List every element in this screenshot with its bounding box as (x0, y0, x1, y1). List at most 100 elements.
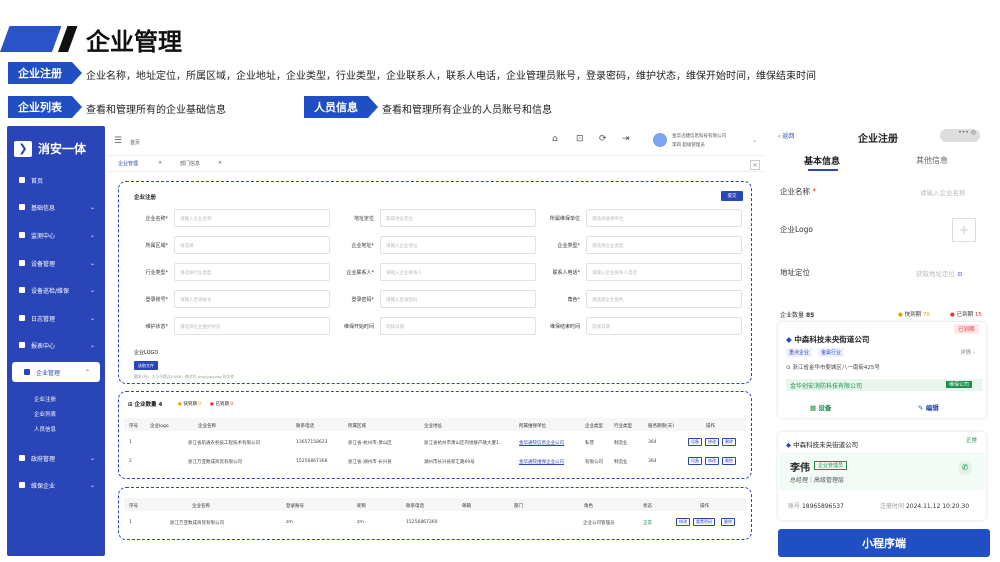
phone-tab-other[interactable]: 其他信息 (916, 155, 948, 166)
home-icon[interactable]: ⌂ (552, 134, 558, 144)
field-label: 企业类型* (557, 243, 580, 249)
tag-key: 重点企业 (786, 348, 813, 357)
tag-company-list-desc: 查看和管理所有的企业基础信息 (86, 105, 226, 116)
tag-company-register-desc: 企业名称，地址定位，所属区域，企业地址，企业类型，行业类型，企业联系人，联系人电… (86, 71, 816, 82)
card1-addr: ⊙ 浙江省金华市婺城区八一南街425号 (786, 365, 880, 371)
close-icon[interactable]: × (158, 160, 162, 166)
tabs-bar (108, 156, 764, 172)
device-button[interactable]: ▦ 设备 (810, 402, 831, 412)
submit-button[interactable]: 提交 (721, 191, 743, 201)
table-cell: 私营 (585, 441, 594, 446)
tab-dept[interactable]: 部门信息 (180, 160, 200, 167)
sidebar-item-gov[interactable]: 政府管理 ⌄ (7, 448, 105, 468)
breadcrumb[interactable]: 首页 (130, 139, 140, 146)
field-label: 地址定位 (353, 216, 374, 222)
upload-button[interactable]: 选取文件 (134, 361, 158, 370)
phone-logo-label: 企业Logo (780, 225, 813, 234)
back-link[interactable]: ‹ 返回 (778, 131, 794, 140)
sidebar-item-inspection[interactable]: 设备巡检/维保 ⌄ (7, 280, 105, 300)
shield-icon (19, 287, 25, 293)
sidebar-sub-people[interactable]: 人员信息 (34, 425, 56, 433)
phone-icon[interactable]: ✆ (958, 461, 972, 475)
chevron-down-icon: ⌄ (89, 231, 95, 239)
phone-tab-basic[interactable]: 基本信息 (804, 154, 840, 167)
chevron-down-icon[interactable]: ⌄ (752, 137, 757, 144)
chevron-down-icon: ⌄ (89, 341, 95, 349)
table-header: 企业地址 (424, 424, 442, 429)
field-label: 角色* (567, 297, 580, 303)
refresh-icon[interactable]: ⟳ (599, 134, 607, 144)
chevron-down-icon: ⌄ (89, 314, 95, 322)
action-button[interactable]: 修改 (676, 518, 690, 526)
table-header: 企业logo (150, 424, 169, 429)
sidebar-sub-list[interactable]: 企业列表 (34, 410, 56, 418)
input-placeholder: 请输入登录账号 (180, 298, 212, 303)
log-icon (19, 315, 25, 321)
person-name: 李伟 (790, 463, 810, 474)
reg-time-row: 注册时间 2024.11.12 10:20.30 (880, 503, 970, 510)
table-header: 操作 (706, 424, 715, 429)
lock-icon[interactable]: ⊡ (576, 134, 584, 144)
input-placeholder: 请选择企业类型 (592, 244, 624, 249)
close-all-icon[interactable]: × (750, 160, 760, 170)
table-cell[interactable]: 金华通院维保企业公司 (519, 459, 564, 465)
sidebar-item-basic[interactable]: 基础信息 ⌄ (7, 197, 105, 217)
role-tag: 企业管理员 (814, 461, 848, 470)
table-cell[interactable]: 金华通院信息企业公司 (519, 440, 564, 446)
brand-icon: ❯ (14, 140, 32, 157)
table-cell: 364 (648, 459, 657, 464)
logout-icon[interactable]: ⇥ (622, 134, 630, 144)
edit-button[interactable]: ✎ 编辑 (918, 402, 939, 412)
sidebar-item-home[interactable]: 首页 (7, 170, 105, 190)
expired-badge: 已到期 (954, 324, 979, 334)
table-cell: zm (357, 520, 364, 525)
action-button[interactable]: 设备 (688, 438, 702, 446)
device-icon (19, 260, 25, 266)
phone-addr-input[interactable]: 获取地址定位 ⊙ (916, 268, 963, 278)
action-button[interactable]: 删除 (722, 438, 736, 446)
table-header: 企业名称 (198, 424, 216, 429)
sidebar-item-company[interactable]: 企业管理 ⌃ (12, 362, 100, 382)
field-label: 登录密码* (351, 297, 374, 303)
table-cell: 制造业 (614, 441, 628, 446)
phone-name-label: 企业名称 * (780, 187, 817, 196)
action-button[interactable]: 删除 (722, 457, 736, 465)
table-cell: 1 (129, 520, 132, 525)
action-button[interactable]: 设备 (688, 457, 702, 465)
card1-title: ◆ 中森科技未央街道公司 (786, 335, 870, 344)
action-button[interactable]: 删除 (721, 518, 735, 526)
table-cell: zm (286, 520, 293, 525)
action-button[interactable]: 修改 (705, 457, 719, 465)
sidebar-item-maint[interactable]: 维保企业 ⌄ (7, 475, 105, 495)
action-button[interactable]: 修改 (705, 438, 719, 446)
table-cell: 15256867360 (406, 520, 438, 525)
sidebar-item-monitor[interactable]: 监测中心 ⌄ (7, 225, 105, 245)
sidebar-item-report[interactable]: 报表中心 ⌄ (7, 335, 105, 355)
phone-name-input[interactable]: 请输入企业名称 (920, 187, 966, 197)
close-icon[interactable]: × (218, 160, 222, 166)
topbar-user: 李四 超级管理员 (672, 143, 705, 148)
add-logo-button[interactable]: + (952, 218, 976, 242)
table-cell: 364 (648, 440, 657, 445)
people-box (118, 487, 752, 540)
stat-expired: ● 已到期 0 (210, 402, 234, 407)
tab-company[interactable]: 企业管理 (118, 160, 138, 167)
detail-link[interactable]: 详情 › (960, 348, 975, 356)
miniapp-capsule[interactable]: ••• ◎ (940, 129, 980, 142)
sidebar-item-device[interactable]: 设备管理 ⌄ (7, 253, 105, 273)
maint-tag: 维保公司 (946, 381, 973, 388)
sidebar-sub-register[interactable]: 企业注册 (34, 395, 56, 403)
table-header: 序号 (129, 424, 138, 429)
input-placeholder: 请输入登录密码 (386, 298, 418, 303)
field-label: 登录账号* (145, 297, 168, 303)
table-header: 企业名称 (192, 504, 210, 509)
table-header: 联系电话 (296, 424, 314, 429)
form-input[interactable] (174, 236, 330, 254)
action-button[interactable]: 重置密码 (693, 518, 715, 526)
avatar[interactable] (653, 133, 667, 147)
company-count: ⊞ 企业数量 4 (128, 402, 163, 408)
sidebar-item-log[interactable]: 日志管理 ⌄ (7, 308, 105, 328)
field-label: 行业类型* (145, 270, 168, 276)
menu-toggle-icon[interactable]: ☰ (114, 136, 122, 146)
person-title: 总经理｜高级管理层 (790, 477, 845, 484)
